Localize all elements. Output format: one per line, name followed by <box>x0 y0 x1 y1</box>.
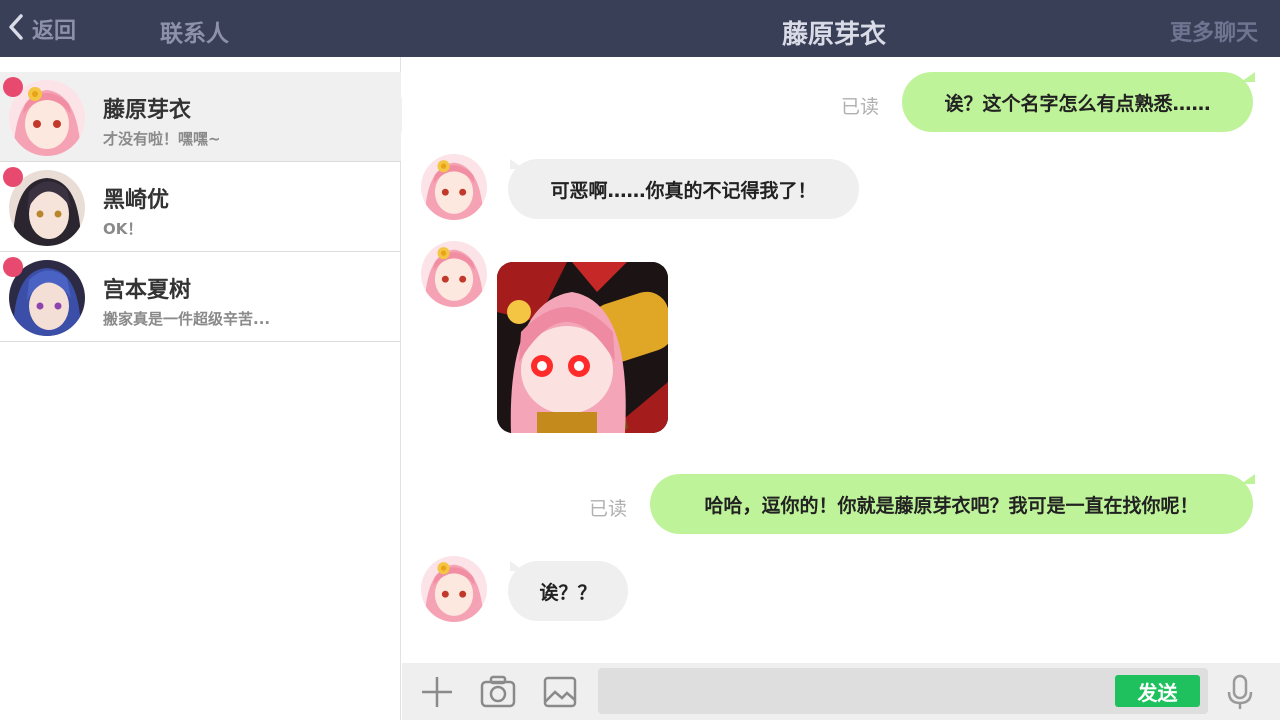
bubble-tail <box>510 159 524 169</box>
read-status: 已读 <box>589 498 628 520</box>
back-label: 返回 <box>32 19 77 44</box>
contact-preview: 才没有啦！嘿嘿~ <box>103 130 221 148</box>
bubble-tail <box>1241 474 1255 484</box>
back-chevron-icon <box>4 12 28 46</box>
contact-preview: OK！ <box>103 220 143 238</box>
contact-name: 黑崎优 <box>103 188 170 213</box>
unread-dot <box>3 77 23 97</box>
read-status: 已读 <box>841 96 880 118</box>
message-bubble-outgoing[interactable]: 哈哈，逗你的！你就是藤原芽衣吧？我可是一直在找你呢！ <box>650 474 1253 534</box>
bubble-tail <box>1241 72 1255 82</box>
more-chats-button[interactable]: 更多聊天 <box>1170 15 1258 47</box>
camera-icon[interactable] <box>479 673 517 711</box>
microphone-icon[interactable] <box>1221 673 1259 711</box>
contact-list: 藤原芽衣 才没有啦！嘿嘿~ 黑崎优 OK！ 宫本夏树 搬家真是一件超级辛苦... <box>0 57 401 720</box>
contact-name: 藤原芽衣 <box>103 98 192 123</box>
message-bubble-incoming[interactable]: 可恶啊……你真的不记得我了！ <box>508 159 859 219</box>
plus-icon[interactable] <box>418 673 456 711</box>
contact-avatar[interactable] <box>421 556 487 622</box>
contact-avatar[interactable] <box>421 154 487 220</box>
unread-dot <box>3 257 23 277</box>
sticker-image[interactable] <box>497 262 668 433</box>
send-button[interactable]: 发送 <box>1115 675 1200 707</box>
back-button[interactable]: 返回 <box>4 10 76 48</box>
contact-item-kurosaki-yu[interactable]: 黑崎优 OK！ <box>0 162 401 252</box>
chat-panel: 已读 诶？这个名字怎么有点熟悉…… 可恶啊……你真的不记得我了！ 已读 哈哈，逗… <box>402 57 1280 663</box>
contacts-title: 联系人 <box>160 21 229 47</box>
message-bubble-outgoing[interactable]: 诶？这个名字怎么有点熟悉…… <box>902 72 1253 132</box>
top-bar: 返回 联系人 藤原芽衣 更多聊天 <box>0 0 1280 57</box>
input-bar: 发送 <box>402 663 1280 720</box>
contact-item-miyamoto-natsuki[interactable]: 宫本夏树 搬家真是一件超级辛苦... <box>0 252 401 342</box>
message-bubble-incoming[interactable]: 诶？？ <box>508 561 628 621</box>
contact-preview: 搬家真是一件超级辛苦... <box>103 310 271 328</box>
contact-name: 宫本夏树 <box>103 278 192 303</box>
unread-dot <box>3 167 23 187</box>
image-icon[interactable] <box>541 673 579 711</box>
contact-avatar[interactable] <box>421 241 487 307</box>
contact-item-fujiwara-mei[interactable]: 藤原芽衣 才没有啦！嘿嘿~ <box>0 72 401 162</box>
bubble-tail <box>510 561 524 571</box>
